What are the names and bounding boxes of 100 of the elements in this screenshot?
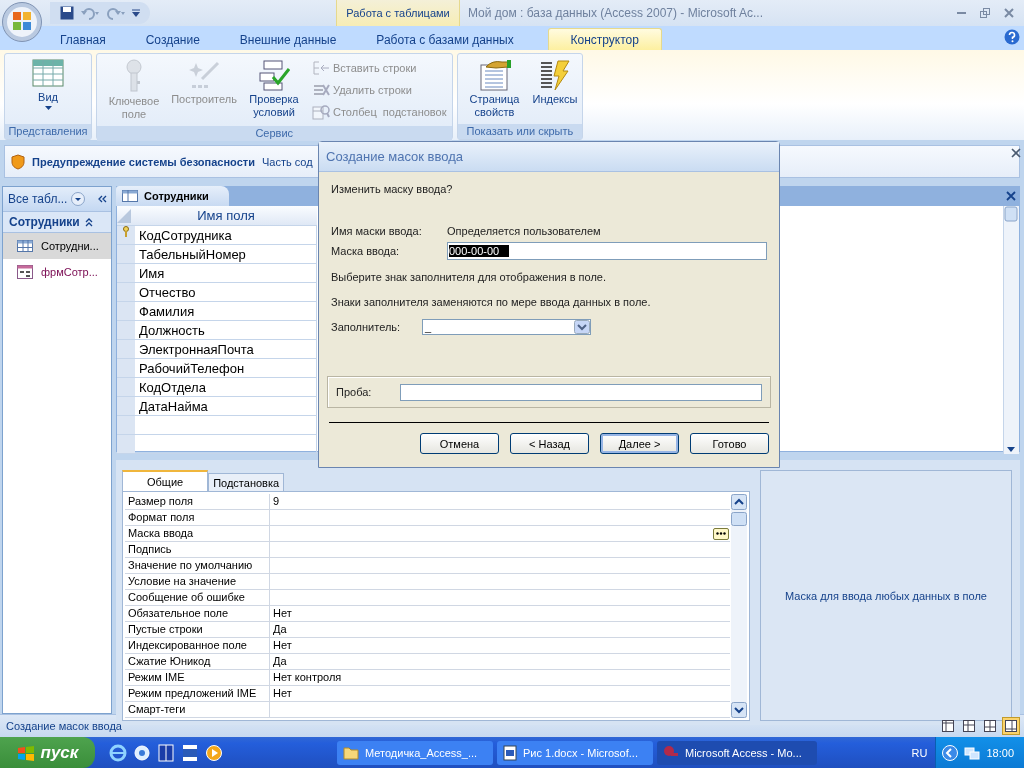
field-name-cell[interactable]: РабочийТелефон	[135, 359, 317, 378]
security-text: Часть сод	[261, 155, 313, 168]
property-value[interactable]: Да	[273, 622, 287, 637]
property-value[interactable]: Нет	[273, 686, 292, 701]
field-name-cell[interactable]: Отчество	[135, 283, 317, 302]
builder-button[interactable]	[713, 527, 729, 540]
select-all-button[interactable]	[117, 206, 135, 226]
document-icon	[503, 744, 517, 761]
input-field[interactable]	[400, 383, 762, 401]
redo-icon	[106, 6, 126, 20]
ellipsis-icon	[716, 532, 726, 535]
field-label: Заполнитель:	[331, 321, 402, 333]
property-label: Режим IME	[125, 670, 270, 685]
field-label: Имя маски ввода:	[331, 225, 423, 237]
view-button[interactable]	[981, 717, 999, 735]
property-label: Сообщение об ошибке	[125, 590, 270, 605]
row-selector[interactable]	[117, 226, 135, 245]
close-icon	[1006, 191, 1016, 201]
field-name-cell[interactable]: Имя	[135, 264, 317, 283]
property-help: Маска для ввода любых данных в поле	[760, 470, 1012, 721]
table-cell[interactable]	[135, 435, 317, 454]
property-value[interactable]: Да	[273, 654, 287, 669]
book-icon	[157, 743, 175, 762]
row-selector[interactable]	[117, 435, 135, 454]
view-button[interactable]	[939, 717, 957, 735]
start-button[interactable]: пуск	[0, 737, 95, 768]
document-tab[interactable]: Сотрудники	[116, 186, 229, 206]
view-button[interactable]	[1002, 717, 1020, 735]
property-label: Режим предложений IME	[125, 686, 270, 701]
field-name-cell[interactable]: ТабельныйНомер	[135, 245, 317, 264]
insert-rows-icon	[312, 60, 330, 76]
dialog-button[interactable]: Готово	[690, 433, 769, 454]
row-selector[interactable]	[117, 283, 135, 302]
property-value[interactable]: Нет	[273, 606, 292, 621]
dialog-button[interactable]: < Назад	[510, 433, 589, 454]
nav-item[interactable]: Сотрудни...	[3, 233, 111, 259]
group-label: Сервис	[97, 126, 452, 141]
scrollbar[interactable]	[731, 494, 747, 718]
field-name-cell[interactable]: КодСотрудника	[135, 226, 317, 245]
checklist-icon	[258, 59, 290, 91]
dropdown-icon	[71, 192, 86, 206]
property-label: Значение по умолчанию	[125, 558, 270, 573]
lightning-icon	[539, 59, 570, 91]
clock: 18:00	[986, 746, 1014, 759]
field-label: Проба:	[336, 386, 373, 398]
language-indicator[interactable]: RU	[911, 746, 936, 759]
taskbar-button[interactable]: Microsoft Access - Mo...	[657, 740, 817, 765]
ribbon-tab[interactable]: Главная	[40, 28, 126, 50]
ribbon-tab[interactable]: Конструктор	[547, 28, 662, 50]
field-name-cell[interactable]: ДатаНайма	[135, 397, 317, 416]
scrollbar[interactable]	[1003, 206, 1019, 454]
help-icon	[1004, 29, 1020, 45]
row-selector[interactable]	[117, 359, 135, 378]
property-tab[interactable]: Общие	[122, 470, 209, 491]
dialog-button[interactable]: Отмена	[420, 433, 499, 454]
ribbon-button[interactable]: Страница свойств	[460, 56, 529, 122]
table-cell[interactable]	[135, 416, 317, 435]
ribbon-tab[interactable]: Работа с базами данных	[356, 28, 534, 50]
property-value[interactable]: Нет	[273, 638, 292, 653]
nav-item[interactable]: фрмСотр...	[3, 259, 111, 285]
property-value[interactable]: 9	[273, 494, 280, 509]
browser-icon	[109, 743, 127, 762]
field-name-cell[interactable]: ЭлектроннаяПочта	[135, 340, 317, 359]
field-name-cell[interactable]: Фамилия	[135, 302, 317, 321]
ribbon-tab[interactable]: Создание	[125, 28, 220, 50]
ribbon-button[interactable]: Индексы	[530, 56, 580, 122]
dialog-button[interactable]: Далее >	[600, 433, 679, 454]
row-selector[interactable]	[117, 397, 135, 416]
table-icon	[32, 59, 64, 89]
property-value[interactable]: Нет контроля	[273, 670, 342, 685]
row-selector[interactable]	[117, 416, 135, 435]
collapse-pane-icon	[97, 194, 107, 204]
table-icon	[17, 240, 33, 252]
field-name-cell[interactable]: Должность	[135, 321, 317, 340]
contextual-tab-group: Работа с таблицами	[336, 0, 460, 26]
view-button[interactable]	[960, 717, 978, 735]
ribbon-button[interactable]: Проверка условий	[240, 56, 308, 124]
row-selector[interactable]	[117, 321, 135, 340]
property-label: Обязательное поле	[125, 606, 270, 621]
taskbar-button[interactable]: Методичка_Access_...	[337, 740, 493, 765]
field-name-cell[interactable]: КодОтдела	[135, 378, 317, 397]
property-tab[interactable]: Подстановка	[208, 473, 285, 491]
property-label: Размер поля	[125, 494, 270, 509]
row-selector[interactable]	[117, 264, 135, 283]
ribbon-button[interactable]: Вид	[28, 56, 68, 122]
hint-text: Выберите знак заполнителя для отображения в поле.	[331, 271, 608, 285]
input-field[interactable]: 000-00-00	[447, 242, 767, 260]
scroll-up-icon	[731, 494, 747, 510]
row-selector[interactable]	[117, 302, 135, 321]
mask-name: Определяется пользователем	[447, 225, 601, 237]
window-title: Мой дом : база данных (Access 2007) - Microsoft Ac...	[467, 5, 764, 21]
minimize-icon	[957, 12, 966, 14]
row-selector[interactable]	[117, 340, 135, 359]
row-selector[interactable]	[117, 245, 135, 264]
ribbon-tab[interactable]: Внешние данные	[219, 28, 357, 50]
taskbar-button[interactable]: Рис 1.docx - Microsof...	[497, 740, 653, 765]
combo-box[interactable]: _	[422, 319, 591, 335]
form-icon	[17, 265, 33, 279]
row-selector[interactable]	[117, 378, 135, 397]
property-label: Сжатие Юникод	[125, 654, 270, 669]
